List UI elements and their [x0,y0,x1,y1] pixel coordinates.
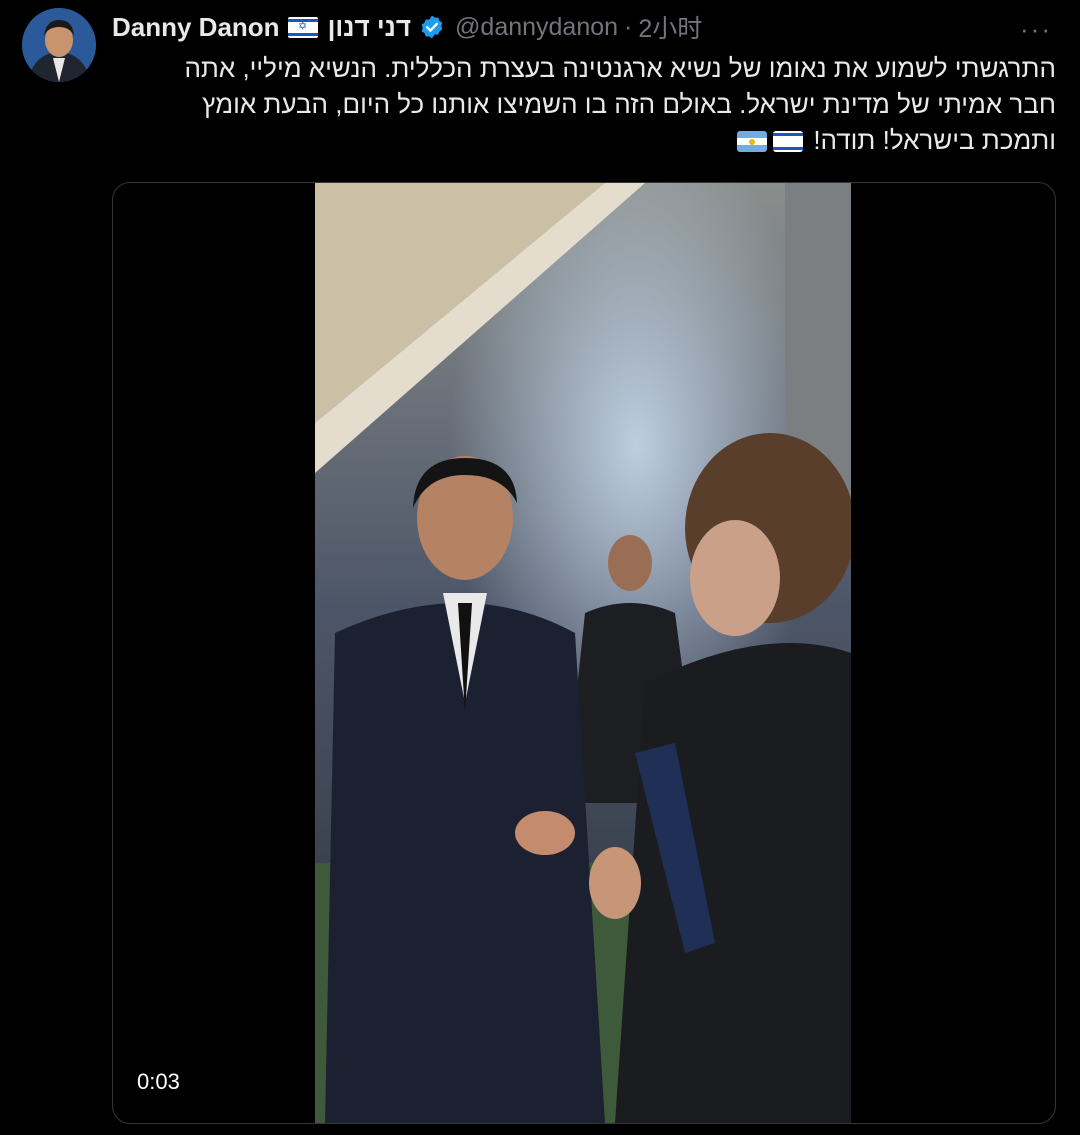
israel-flag-icon [773,131,804,152]
avatar[interactable] [22,8,96,82]
video-timestamp: 0:03 [137,1069,180,1094]
argentina-flag-icon [737,131,768,152]
tweet-time[interactable]: 2小时 [638,9,702,45]
tweet: Danny Danon ✡ דני דנון @dannydanon · 2小时… [0,0,1080,1135]
video-player[interactable]: 0:03 [112,182,1056,1124]
separator-dot: · [624,12,633,41]
tweet-line: התרגשתי לשמוע את נאומו של נשיא ארגנטינה … [184,53,1056,83]
tweet-line-last: ותמכת בישראל! תודה! [112,122,1056,158]
author-hebrew-name[interactable]: דני דנון [328,12,411,43]
verified-badge-icon [419,14,445,40]
tweet-line-text: ותמכת בישראל! תודה! [813,125,1056,155]
author-handle[interactable]: @dannydanon [455,13,618,42]
tweet-line: חבר אמיתי של מדינת ישראל. באולם הזה בו ה… [202,89,1056,119]
israel-flag-icon: ✡ [287,16,318,38]
video-still [315,183,851,1123]
tweet-header: Danny Danon ✡ דני דנון @dannydanon · 2小时 [112,8,702,46]
author-name[interactable]: Danny Danon [112,12,280,43]
more-options-icon[interactable]: ··· [1020,14,1052,45]
tweet-text: התרגשתי לשמוע את נאומו של נשיא ארגנטינה … [112,50,1056,158]
video-frame[interactable] [315,183,851,1123]
avatar-image [22,8,96,82]
